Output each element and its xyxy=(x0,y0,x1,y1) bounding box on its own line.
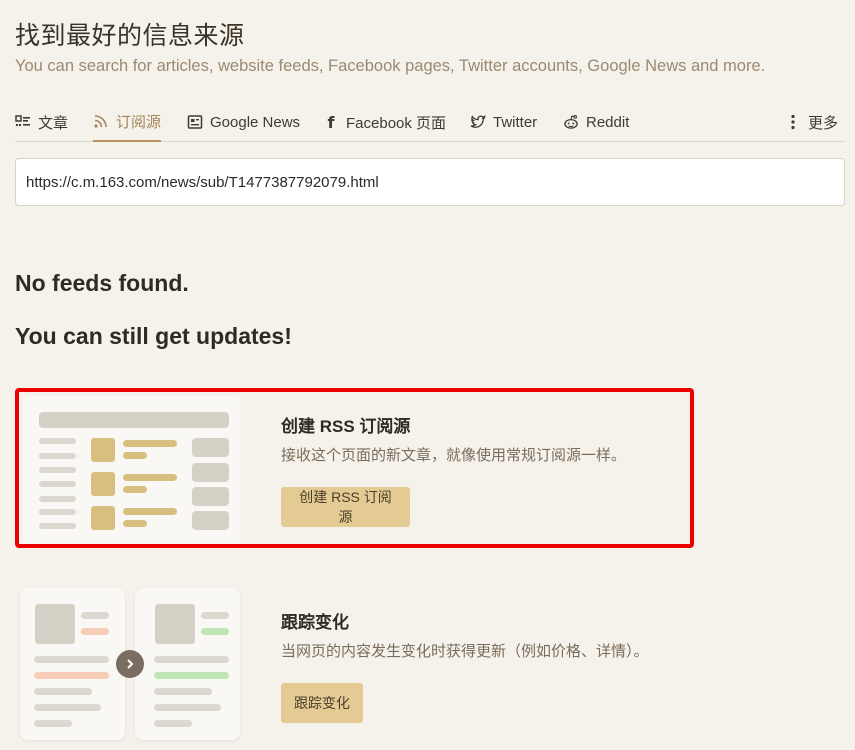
tab-reddit[interactable]: Reddit xyxy=(563,103,629,142)
tab-label: 订阅源 xyxy=(116,113,162,131)
article-list-icon xyxy=(15,114,31,130)
chevron-right-icon xyxy=(116,650,144,678)
page-title: 找到最好的信息来源 xyxy=(15,21,245,50)
create-rss-button[interactable]: 创建 RSS 订阅源 xyxy=(281,487,410,527)
more-menu-button[interactable]: 更多 xyxy=(785,103,838,142)
source-tabs: 文章 订阅源 Google News f Facebook 页面 Twitter… xyxy=(15,103,845,142)
reddit-icon xyxy=(563,114,579,130)
track-option-description: 当网页的内容发生变化时获得更新（例如价格、详情）。 xyxy=(281,643,649,660)
newspaper-icon xyxy=(187,114,203,130)
tab-label: Twitter xyxy=(493,113,538,131)
tab-label: Google News xyxy=(210,113,301,131)
twitter-bird-icon xyxy=(470,114,486,130)
vertical-dots-icon xyxy=(785,114,801,130)
rss-option-title: 创建 RSS 订阅源 xyxy=(281,417,411,436)
track-changes-button[interactable]: 跟踪变化 xyxy=(281,683,363,723)
track-option-title: 跟踪变化 xyxy=(281,613,349,632)
search-input[interactable] xyxy=(15,158,845,206)
tab-label: 文章 xyxy=(38,114,69,132)
tab-articles[interactable]: 文章 xyxy=(15,103,68,142)
tab-label: Reddit xyxy=(586,113,630,131)
updates-heading: You can still get updates! xyxy=(15,323,292,349)
rss-option-description: 接收这个页面的新文章，就像使用常规订阅源一样。 xyxy=(281,447,627,464)
track-before-illustration xyxy=(20,588,125,740)
rss-preview-illustration xyxy=(23,396,240,544)
rss-icon xyxy=(93,113,109,129)
no-feeds-heading: No feeds found. xyxy=(15,270,189,296)
more-label: 更多 xyxy=(808,114,839,132)
tab-label: Facebook 页面 xyxy=(346,114,447,132)
tab-twitter[interactable]: Twitter xyxy=(470,103,537,142)
tab-google-news[interactable]: Google News xyxy=(187,103,300,142)
tab-feeds[interactable]: 订阅源 xyxy=(93,103,162,142)
page-subtitle: You can search for articles, website fee… xyxy=(15,57,766,75)
tab-facebook[interactable]: f Facebook 页面 xyxy=(323,103,447,142)
facebook-icon: f xyxy=(327,112,335,132)
track-after-illustration xyxy=(135,588,240,740)
